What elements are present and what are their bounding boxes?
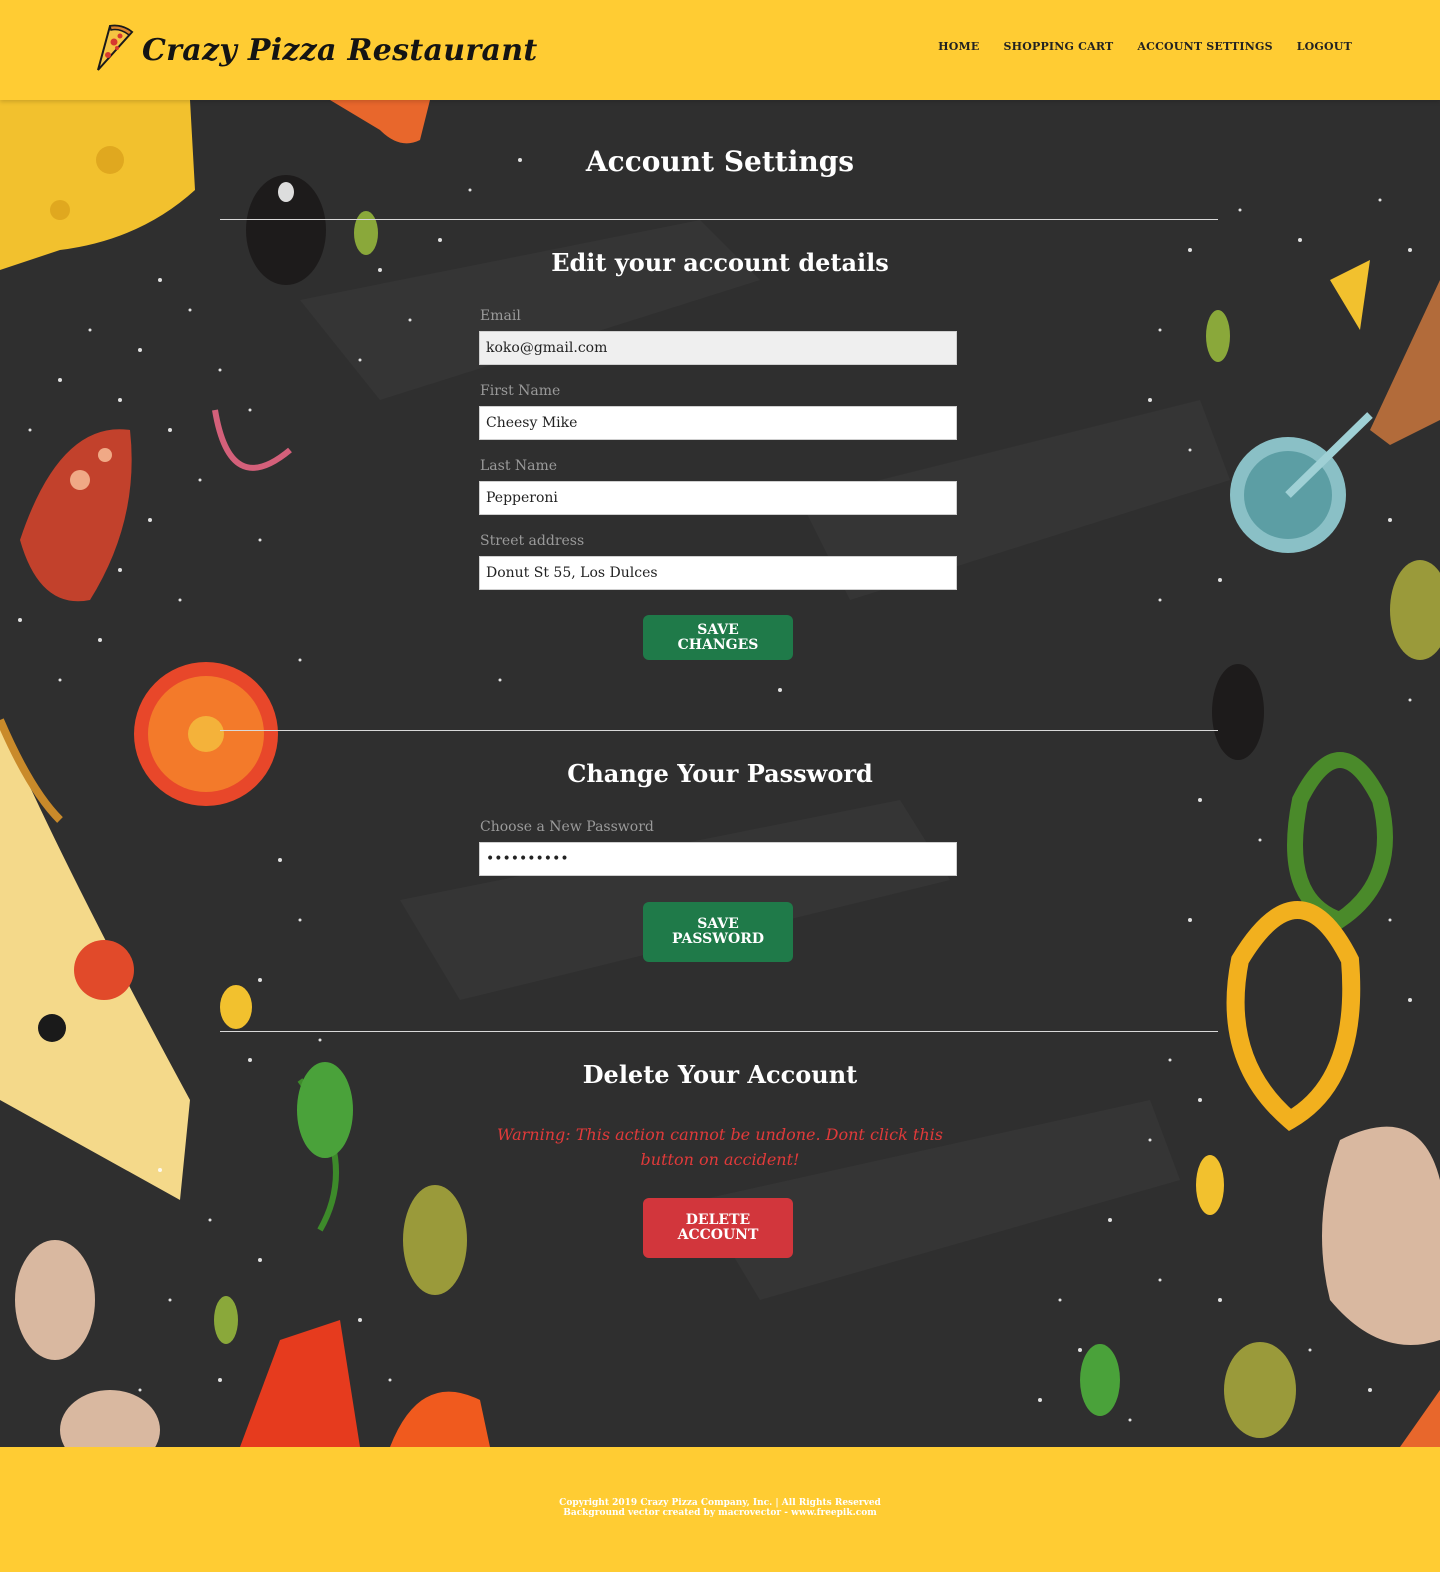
new-password-label: Choose a New Password	[480, 819, 654, 835]
divider	[220, 1031, 1218, 1032]
delete-account-heading: Delete Your Account	[582, 1060, 858, 1089]
first-name-field[interactable]	[479, 406, 957, 440]
divider	[220, 730, 1218, 731]
main-nav: HOME SHOPPING CART ACCOUNT SETTINGS LOGO…	[938, 40, 1352, 53]
nav-account-settings[interactable]: ACCOUNT SETTINGS	[1137, 40, 1272, 53]
main-content: Account Settings Edit your account detai…	[0, 100, 1440, 1447]
last-name-field[interactable]	[479, 481, 957, 515]
brand-title: Crazy Pizza Restaurant	[142, 32, 538, 68]
nav-shopping-cart[interactable]: SHOPPING CART	[1003, 40, 1113, 53]
save-changes-button[interactable]: SAVE CHANGES	[643, 615, 793, 660]
email-label: Email	[480, 308, 521, 324]
new-password-field[interactable]	[479, 842, 957, 876]
delete-account-button[interactable]: DELETE ACCOUNT	[643, 1198, 793, 1258]
street-address-label: Street address	[480, 533, 585, 549]
account-details-heading: Edit your account details	[551, 248, 889, 277]
first-name-label: First Name	[480, 383, 561, 399]
pizza-slice-icon	[92, 22, 136, 78]
site-header: Crazy Pizza Restaurant HOME SHOPPING CAR…	[0, 0, 1440, 100]
footer-copyright: Copyright 2019 Crazy Pizza Company, Inc.…	[559, 1498, 881, 1508]
delete-warning-text: Warning: This action cannot be undone. D…	[497, 1125, 943, 1169]
nav-logout[interactable]: LOGOUT	[1297, 40, 1352, 53]
nav-home[interactable]: HOME	[938, 40, 979, 53]
street-address-field[interactable]	[479, 556, 957, 590]
settings-panel: Account Settings Edit your account detai…	[0, 100, 1440, 1447]
footer-credit: Background vector created by macrovector…	[563, 1508, 877, 1518]
save-password-button[interactable]: SAVE PASSWORD	[643, 902, 793, 962]
email-field[interactable]	[479, 331, 957, 365]
page-title: Account Settings	[585, 145, 855, 178]
divider	[220, 219, 1218, 220]
site-footer: Copyright 2019 Crazy Pizza Company, Inc.…	[0, 1447, 1440, 1572]
change-password-heading: Change Your Password	[567, 759, 873, 788]
last-name-label: Last Name	[480, 458, 558, 474]
brand[interactable]: Crazy Pizza Restaurant	[92, 22, 537, 78]
